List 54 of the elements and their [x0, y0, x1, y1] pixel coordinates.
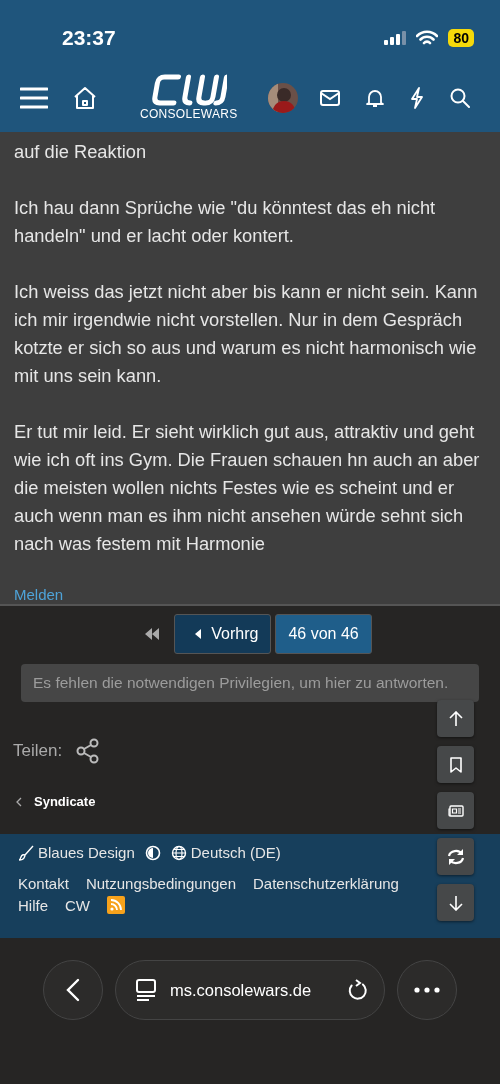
- post-paragraph: Ich hau dann Sprüche wie "du könntest das eh nicht handeln" und er lacht oder kontert.: [14, 196, 437, 248]
- site-logo[interactable]: CONSOLEWARS: [140, 74, 238, 121]
- home-icon[interactable]: [72, 85, 98, 110]
- arrow-up-icon: [448, 710, 463, 727]
- page-menu-icon: [136, 979, 156, 1001]
- search-icon[interactable]: [449, 87, 470, 108]
- page-indicator-button[interactable]: 46 von 46: [275, 614, 372, 654]
- report-link[interactable]: Melden: [14, 586, 64, 603]
- share-label: Teilen:: [13, 741, 63, 761]
- footer-link[interactable]: Hilfe: [18, 896, 48, 914]
- footer-link[interactable]: Kontakt: [18, 875, 69, 892]
- rss-icon[interactable]: [107, 896, 125, 914]
- first-page-icon[interactable]: [144, 628, 161, 640]
- caret-icon: [195, 629, 202, 639]
- arrow-down-icon: [448, 894, 463, 911]
- previous-button[interactable]: Vorhrg: [174, 614, 272, 654]
- signal-icon: [384, 31, 407, 45]
- brush-icon: [18, 844, 34, 861]
- breadcrumb-link[interactable]: Syndicate: [34, 794, 96, 809]
- scroll-down-button[interactable]: [437, 884, 474, 921]
- logo-mark-icon: [150, 74, 227, 106]
- address-bar[interactable]: ms.consolewars.de: [115, 960, 385, 1020]
- share-icon[interactable]: [76, 738, 101, 764]
- url-text: ms.consolewars.de: [170, 980, 313, 1000]
- post-paragraph: auf die Reaktion: [14, 140, 148, 164]
- lightning-icon[interactable]: [409, 86, 424, 109]
- refresh-button[interactable]: [437, 838, 474, 875]
- bookmark-button[interactable]: [437, 746, 474, 783]
- newspaper-icon: [447, 804, 464, 817]
- footer-link[interactable]: Nutzungsbedingungen: [85, 875, 236, 892]
- back-chevron-icon[interactable]: [16, 796, 22, 807]
- wifi-icon: [416, 30, 439, 46]
- reload-icon[interactable]: [346, 979, 368, 1001]
- contrast-icon[interactable]: [144, 844, 161, 861]
- back-chevron-icon: [66, 978, 80, 1002]
- status-time: 23:37: [62, 26, 116, 50]
- scroll-up-button[interactable]: [437, 700, 474, 737]
- battery-indicator: 80: [448, 29, 474, 47]
- bookmark-icon: [449, 756, 462, 773]
- refresh-icon: [446, 847, 465, 866]
- footer-link[interactable]: CW: [65, 896, 90, 914]
- news-button[interactable]: [437, 792, 474, 829]
- post-paragraph: Ich weiss das jetzt nicht aber bis kann er nicht sein. Kann ich mir irgendwie nicht vorstellen. Nur in dem Gespräch kotzte er sich so aus und warum es nicht harmonisch wie mit uns sein kann.: [14, 280, 479, 388]
- reply-notice: Es fehlen die notwendigen Privilegien, um hier zu antworten.: [21, 664, 479, 702]
- more-icon: [414, 987, 440, 993]
- bell-icon[interactable]: [365, 87, 384, 108]
- logo-text: CONSOLEWARS: [140, 108, 238, 121]
- mail-icon[interactable]: [319, 89, 340, 106]
- post-paragraph: Er tut mir leid. Er sieht wirklich gut aus, attraktiv und geht wie ich oft ins Gym. Die Frauen schauen hn auch an aber die meisten wollen nichts Festes wie es scheint und er auch wenn man es ihm nicht ansehen würde sehnt sich nach was festem mit Harmonie: [14, 420, 481, 556]
- language-chooser-link[interactable]: Deutsch (DE): [170, 844, 281, 861]
- style-chooser-link[interactable]: Blaues Design: [18, 844, 135, 861]
- menu-icon[interactable]: [20, 85, 48, 110]
- globe-icon: [170, 844, 187, 861]
- footer-link[interactable]: Datenschutzerklärung: [253, 875, 399, 892]
